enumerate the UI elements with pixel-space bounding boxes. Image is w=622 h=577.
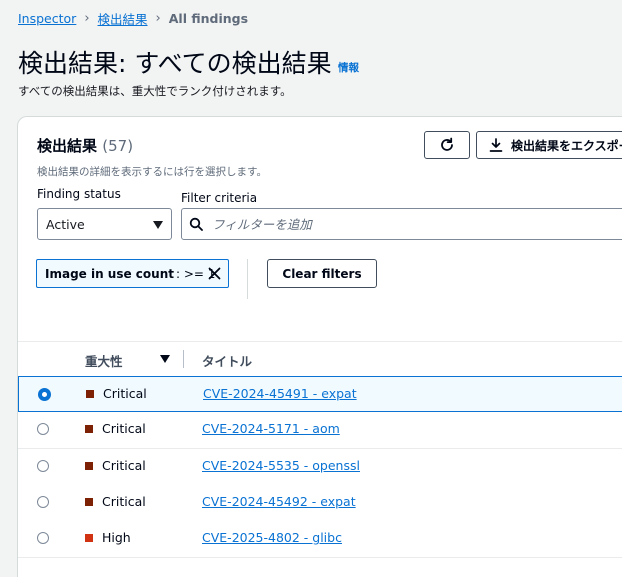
- column-divider[interactable]: [183, 350, 184, 368]
- row-radio[interactable]: [37, 423, 49, 435]
- export-label: 検出結果をエクスポート: [511, 138, 622, 153]
- filter-token-key: Image in use count: [45, 266, 174, 281]
- download-icon: [489, 138, 503, 152]
- breadcrumb-findings-link[interactable]: 検出結果: [98, 9, 148, 28]
- severity-text: Critical: [102, 458, 146, 473]
- finding-title-link[interactable]: CVE-2024-45491 - expat: [203, 386, 357, 401]
- severity-text: High: [102, 530, 131, 545]
- finding-title-link[interactable]: CVE-2024-5171 - aom: [202, 421, 340, 436]
- findings-panel: 検出結果 (57) 検出結果の詳細を表示するには行を選択します。 検出結果をエク…: [17, 116, 622, 577]
- page-description: すべての検出結果は、重大性でランク付けされます。: [18, 84, 292, 98]
- row-radio[interactable]: [37, 460, 49, 472]
- search-icon: [189, 217, 203, 231]
- caret-down-icon[interactable]: [160, 355, 170, 363]
- panel-description: 検出結果の詳細を表示するには行を選択します。: [37, 166, 267, 178]
- clear-filters-button[interactable]: Clear filters: [267, 259, 377, 288]
- table-row[interactable]: Critical CVE-2024-45491 - expat: [18, 376, 622, 412]
- page-title: 検出結果: すべての検出結果: [18, 49, 332, 78]
- column-header-title[interactable]: タイトル: [202, 351, 252, 370]
- close-icon[interactable]: [208, 267, 221, 280]
- severity-indicator: [86, 390, 94, 398]
- table-row[interactable]: Critical CVE-2024-45492 - expat: [18, 485, 622, 522]
- filter-search-input[interactable]: [212, 216, 592, 232]
- column-header-severity[interactable]: 重大性: [85, 351, 123, 370]
- table-row[interactable]: Critical CVE-2024-5171 - aom: [18, 412, 622, 449]
- table-row[interactable]: High CVE-2025-4802 - glibc: [18, 521, 622, 558]
- finding-status-select[interactable]: Active: [37, 208, 172, 240]
- severity-indicator: [85, 425, 93, 433]
- caret-down-icon: [153, 221, 163, 229]
- table-row[interactable]: Critical CVE-2024-5535 - openssl: [18, 449, 622, 486]
- severity-indicator: [85, 498, 93, 506]
- export-findings-button[interactable]: 検出結果をエクスポート: [476, 131, 622, 159]
- finding-title-link[interactable]: CVE-2025-4802 - glibc: [202, 530, 342, 545]
- findings-count: (57): [102, 137, 134, 155]
- breadcrumb-current: All findings: [168, 11, 249, 26]
- refresh-icon: [441, 137, 453, 151]
- finding-status-label: Finding status: [37, 187, 121, 201]
- finding-title-link[interactable]: CVE-2024-5535 - openssl: [202, 458, 360, 473]
- filter-search-box[interactable]: [181, 208, 622, 240]
- breadcrumb: Inspector › 検出結果 › All findings: [18, 9, 248, 28]
- refresh-button[interactable]: [424, 131, 470, 159]
- row-radio[interactable]: [37, 496, 49, 508]
- row-radio[interactable]: [37, 532, 49, 544]
- breadcrumb-inspector-link[interactable]: Inspector: [18, 11, 76, 26]
- severity-text: Critical: [102, 421, 146, 436]
- severity-text: Critical: [103, 386, 147, 401]
- panel-title-text: 検出結果: [37, 137, 98, 155]
- finding-title-link[interactable]: CVE-2024-45492 - expat: [202, 494, 356, 509]
- table-header: 重大性 タイトル: [18, 341, 622, 377]
- info-link[interactable]: 情報: [338, 60, 359, 75]
- filter-token: Image in use count : >= 1: [36, 259, 229, 288]
- severity-text: Critical: [102, 494, 146, 509]
- finding-status-value: Active: [46, 216, 85, 232]
- filter-divider: [247, 259, 248, 299]
- filter-criteria-label: Filter criteria: [181, 191, 258, 205]
- severity-indicator: [85, 462, 93, 470]
- chevron-right-icon: ›: [84, 11, 90, 26]
- row-radio[interactable]: [38, 388, 51, 401]
- panel-title: 検出結果 (57): [37, 135, 133, 156]
- severity-indicator: [85, 534, 93, 542]
- chevron-right-icon: ›: [155, 11, 161, 26]
